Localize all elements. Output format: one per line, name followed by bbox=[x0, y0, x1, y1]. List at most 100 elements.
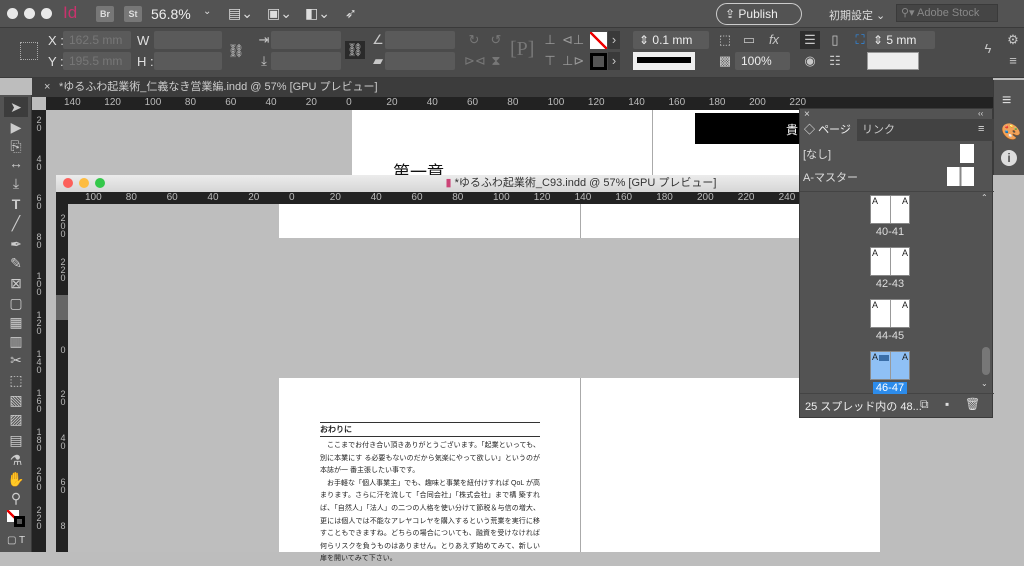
gradient-swatch-tool-icon[interactable]: ▧ bbox=[4, 390, 28, 410]
frame-style-select[interactable] bbox=[867, 52, 919, 70]
vertical-ruler[interactable]: 20 40 60 80 100 120 140 160 180 200 220 bbox=[32, 110, 46, 552]
frame-fitting-icon[interactable]: ⬚ bbox=[715, 31, 735, 49]
spread-thumbnail[interactable]: AA bbox=[870, 247, 910, 276]
constrain-proportions-icon[interactable]: ⛓ bbox=[226, 42, 246, 60]
horizontal-ruler[interactable]: 100 80 60 40 20 0 20 40 60 80 100 120 140 160 180 200 22… bbox=[56, 192, 806, 204]
selection-tool-icon[interactable]: ➤ bbox=[4, 97, 28, 117]
line-tool-icon[interactable]: ╱ bbox=[4, 213, 28, 233]
bridge-button[interactable]: Br bbox=[96, 6, 114, 22]
opacity-field[interactable]: 100% bbox=[735, 52, 790, 70]
rectangle-tool-icon[interactable]: ▢ bbox=[4, 293, 28, 313]
stroke-weight-field[interactable]: ⇕ 0.1 mm bbox=[633, 31, 709, 49]
select-next-icon[interactable]: ⊥⊳ bbox=[562, 52, 584, 70]
arrange-documents-icon[interactable]: ◧⌄ bbox=[305, 5, 330, 22]
tab-links[interactable]: リンク bbox=[862, 119, 895, 141]
tab-pages[interactable]: ◇ ページ bbox=[800, 119, 857, 141]
text-wrap-bounding-icon[interactable]: ▯ bbox=[825, 31, 845, 49]
text-wrap-shape-icon[interactable]: ◉ bbox=[800, 52, 820, 70]
flip-vertical-icon[interactable]: ⧗ bbox=[486, 52, 506, 70]
reference-point-icon[interactable] bbox=[20, 42, 38, 60]
vertical-ruler[interactable]: 2002202002040608 bbox=[56, 204, 68, 552]
document-tab[interactable]: *ゆるふわ起業術_仁義なき営業編.indd @ 57% [GPU プレビュー] bbox=[59, 78, 378, 97]
zoom-level[interactable]: 56.8% bbox=[151, 6, 191, 22]
quick-apply-lightning-icon[interactable]: ϟ bbox=[978, 40, 998, 58]
select-content-icon[interactable]: ⊤ bbox=[540, 52, 560, 70]
master-a[interactable]: A-マスター bbox=[803, 169, 858, 185]
eyedropper-tool-icon[interactable]: ⚗ bbox=[4, 450, 28, 470]
scissors-tool-icon[interactable]: ✂ bbox=[4, 350, 28, 370]
rotate-ccw-icon[interactable]: ↺ bbox=[486, 31, 506, 49]
free-transform-tool-icon[interactable]: ⬚ bbox=[4, 370, 28, 390]
screen-mode-icon[interactable]: ▣⌄ bbox=[267, 5, 292, 22]
flip-horizontal-icon[interactable]: ⊳⊲ bbox=[464, 52, 486, 70]
content-collector-icon[interactable]: ⤓ bbox=[4, 173, 28, 193]
gradient-feather-tool-icon[interactable]: ▨ bbox=[4, 409, 28, 429]
shear-field[interactable] bbox=[385, 52, 455, 70]
scale-y-field[interactable] bbox=[271, 52, 341, 70]
info-icon[interactable]: i bbox=[1001, 150, 1017, 166]
minimize-window-button[interactable] bbox=[79, 178, 89, 188]
swatches-palette-icon[interactable]: 🎨 bbox=[1001, 122, 1021, 142]
x-field[interactable]: 162.5 mm bbox=[63, 31, 131, 49]
spread-label[interactable]: 46-47 bbox=[870, 382, 910, 394]
note-tool-icon[interactable]: ▤ bbox=[4, 430, 28, 450]
spread-thumbnail[interactable]: AA bbox=[870, 351, 910, 380]
spread-number[interactable]: 40-41 bbox=[876, 226, 904, 238]
type-tool-icon[interactable]: T bbox=[4, 194, 28, 214]
rectangle-frame-tool-icon[interactable]: ⊠ bbox=[4, 273, 28, 293]
workspace-switcher[interactable]: 初期設定 ⌄ bbox=[829, 7, 885, 23]
spread-thumbnail[interactable]: AA bbox=[870, 195, 910, 224]
direct-selection-tool-icon[interactable]: ▶ bbox=[4, 117, 28, 137]
w-field[interactable] bbox=[154, 31, 222, 49]
constrain-scale-icon[interactable]: ⛓ bbox=[345, 41, 365, 59]
close-tab-icon[interactable]: × bbox=[44, 78, 50, 97]
text-wrap-none-icon[interactable]: ☰ bbox=[800, 31, 820, 49]
stroke-type-select[interactable] bbox=[633, 52, 695, 70]
close-window-button[interactable] bbox=[63, 178, 73, 188]
zoom-chevron-down-icon[interactable]: ⌄ bbox=[203, 6, 211, 17]
zoom-window-button[interactable] bbox=[95, 178, 105, 188]
rotate-cw-icon[interactable]: ↻ bbox=[464, 31, 484, 49]
new-page-icon[interactable]: ▪ bbox=[945, 397, 949, 411]
fill-swatch[interactable] bbox=[590, 32, 607, 49]
spread-label[interactable]: 42-43 bbox=[870, 278, 910, 290]
pencil-tool-icon[interactable]: ✎ bbox=[4, 253, 28, 273]
adobe-stock-search[interactable]: ⚲▾ Adobe Stock bbox=[896, 4, 998, 22]
stroke-color-icon[interactable] bbox=[14, 516, 25, 527]
gap-field[interactable]: ⇕ 5 mm bbox=[867, 31, 935, 49]
pages-panel-icon[interactable]: ≡ bbox=[1002, 92, 1011, 110]
scroll-down-icon[interactable]: ⌄ bbox=[981, 379, 988, 388]
select-previous-icon[interactable]: ⊲⊥ bbox=[562, 31, 584, 49]
pages-scrollbar[interactable]: ⌃ ⌄ bbox=[981, 193, 991, 393]
view-options-icon[interactable]: ▤⌄ bbox=[228, 5, 253, 22]
stroke-chevron-right-icon[interactable]: › bbox=[608, 52, 620, 70]
text-frame[interactable]: おわりに ここまでお付き合い頂きありがとうございます。「起業といっても、別に本業… bbox=[320, 422, 540, 566]
rotate-field[interactable] bbox=[385, 31, 455, 49]
minimize-window-button[interactable] bbox=[24, 8, 35, 19]
panel-menu-icon[interactable]: ≡ bbox=[1003, 52, 1023, 70]
select-container-icon[interactable]: ⊥ bbox=[540, 31, 560, 49]
spread-number[interactable]: 44-45 bbox=[876, 330, 904, 342]
stroke-swatch[interactable] bbox=[590, 53, 607, 70]
pen-tool-icon[interactable]: ✒ bbox=[4, 234, 28, 254]
text-wrap-jump-icon[interactable]: ☷ bbox=[825, 52, 845, 70]
close-window-button[interactable] bbox=[7, 8, 18, 19]
h-field[interactable] bbox=[154, 52, 222, 70]
vertical-grid-tool-icon[interactable]: ▥ bbox=[4, 331, 28, 351]
spread-thumbnail[interactable]: AA bbox=[870, 299, 910, 328]
panel-menu-icon[interactable]: ≡ bbox=[978, 123, 984, 135]
zoom-tool-icon[interactable]: ⚲ bbox=[4, 488, 28, 508]
master-none-thumb[interactable] bbox=[960, 144, 974, 163]
scroll-up-icon[interactable]: ⌃ bbox=[981, 193, 988, 202]
publish-online-button[interactable]: ⇪ Publish Online bbox=[716, 3, 802, 41]
collapse-panel-icon[interactable]: ‹‹ bbox=[978, 109, 983, 118]
publish-rocket-icon[interactable]: ➶ bbox=[345, 5, 357, 22]
spread-label[interactable]: 40-41 bbox=[870, 226, 910, 238]
spread-number[interactable]: 46-47 bbox=[872, 382, 908, 394]
gear-icon[interactable]: ⚙ bbox=[1003, 31, 1023, 49]
y-field[interactable]: 195.5 mm bbox=[63, 52, 131, 70]
master-a-thumb[interactable] bbox=[947, 167, 974, 186]
horizontal-grid-tool-icon[interactable]: ▦ bbox=[4, 312, 28, 332]
zoom-window-button[interactable] bbox=[41, 8, 52, 19]
gap-tool-icon[interactable]: ↔ bbox=[4, 153, 28, 173]
